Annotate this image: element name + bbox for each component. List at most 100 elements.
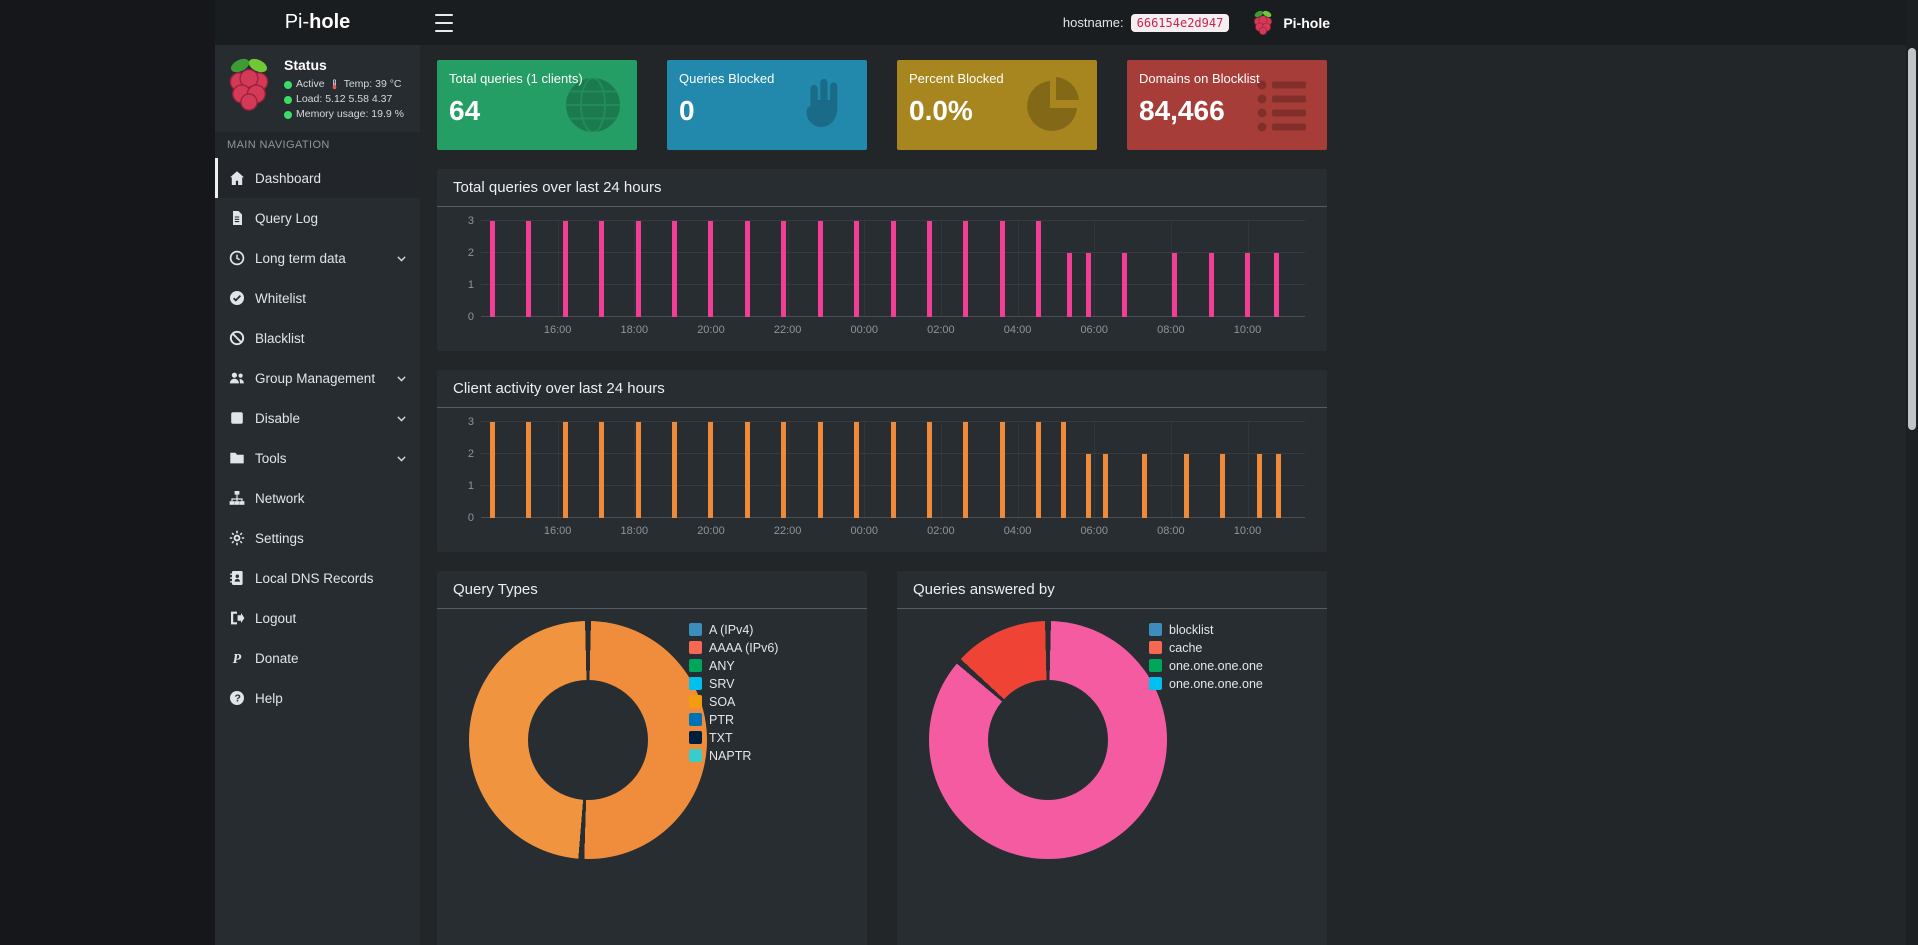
logo-text-hole: hole (309, 11, 351, 33)
status-text: Temp: 39 °C (343, 78, 402, 90)
card-value: 84,466 (1139, 95, 1225, 126)
hamburger-line (435, 30, 453, 32)
panel-body: 0 1 2 3 16:00 18:00 20:00 22:00 00:00 02:00 04:00 0… (437, 408, 1327, 552)
legend-item[interactable]: one.one.one.one (1149, 677, 1263, 691)
chart-bar (708, 221, 714, 317)
chart-bar (1061, 422, 1067, 518)
y-axis-label: 2 (467, 448, 474, 461)
legend-item[interactable]: one.one.one.one (1149, 658, 1263, 673)
raspberry-icon (1251, 9, 1275, 37)
nav-header: MAIN NAVIGATION (215, 132, 420, 158)
gridline (1247, 422, 1249, 518)
stat-card-percent-blocked[interactable]: Percent Blocked 0.0% (897, 60, 1097, 150)
sidebar-item-logout[interactable]: Logout (215, 598, 420, 638)
legend-item[interactable]: A (IPv4) (689, 622, 778, 637)
y-axis-label: 1 (467, 279, 474, 292)
logo-text-pi: Pi- (284, 11, 310, 33)
gridline (940, 422, 942, 518)
total-queries-chart[interactable]: 0 1 2 3 16:00 18:00 20:00 22:00 00:00 02:00 04:00 0… (468, 215, 1305, 343)
stat-card-total-queries-1-clients[interactable]: Total queries (1 clients) 64 (437, 60, 637, 150)
x-axis-label: 16:00 (543, 525, 572, 537)
sidebar-item-blacklist[interactable]: Blacklist (215, 318, 420, 358)
panel-body: blocklist cache one.one.one.one one.one.one… (897, 609, 1327, 945)
chart-bar (1220, 454, 1226, 518)
queries-answered-by-donut[interactable] (929, 621, 1167, 859)
legend-item[interactable]: blocklist (1149, 622, 1263, 637)
legend-label: blocklist (1169, 622, 1214, 637)
hamburger-line (435, 14, 453, 16)
gridline (940, 221, 942, 317)
hamburger-line (435, 22, 453, 24)
sidebar-item-settings[interactable]: Settings (215, 518, 420, 558)
client-activity-chart[interactable]: 0 1 2 3 16:00 18:00 20:00 22:00 00:00 02:00 04:00 0… (468, 416, 1305, 544)
legend-item[interactable]: SOA (689, 695, 778, 709)
legend-label: ANY (709, 658, 735, 673)
query-types-legend: A (IPv4) AAAA (IPv6) ANY SRV SOA PTR TXT NAPTR (689, 622, 778, 763)
app-logo[interactable]: Pi-hole (215, 0, 420, 45)
card-value: 0.0% (909, 95, 973, 126)
scrollbar-thumb[interactable] (1908, 48, 1916, 430)
stat-card-queries-blocked[interactable]: Queries Blocked 0 (667, 60, 867, 150)
chevron-down-icon (395, 252, 408, 265)
status-line: Active Temp: 39 °C (284, 77, 404, 92)
chevron-down-icon (395, 372, 408, 385)
sidebar-item-group-management[interactable]: Group Management (215, 358, 420, 398)
chart-bar (1066, 253, 1072, 317)
legend-swatch (689, 749, 702, 762)
chart-bar (562, 221, 568, 317)
y-axis-label: 0 (467, 512, 474, 524)
x-axis-label: 06:00 (1080, 525, 1108, 537)
bottom-panels-row: Query Types A (IPv4) AAAA (IPv6) ANY SRV SOA… (437, 571, 1327, 945)
legend-item[interactable]: AAAA (IPv6) (689, 641, 778, 655)
chart-bar (963, 422, 969, 518)
brand-label: Pi-hole (1283, 14, 1330, 31)
chart-bar (1141, 454, 1147, 518)
sidebar-item-dashboard[interactable]: Dashboard (215, 158, 420, 198)
sidebar-item-local-dns-records[interactable]: Local DNS Records (215, 558, 420, 598)
gridline (557, 422, 559, 518)
stop-icon (229, 410, 245, 426)
legend-swatch (689, 677, 702, 690)
y-axis-label: 3 (467, 416, 474, 428)
legend-label: one.one.one.one (1169, 658, 1263, 673)
query-types-donut[interactable] (469, 621, 707, 859)
x-axis-label: 20:00 (697, 525, 725, 537)
users-icon (229, 370, 245, 386)
chart-bar (1245, 253, 1250, 317)
chart-bar (890, 221, 896, 317)
topbar-right: hostname: 666154e2d947 Pi-hole (1063, 0, 1330, 45)
logout-icon (229, 610, 245, 626)
chart-bar (854, 221, 860, 317)
status-text: Load: 5.12 5.58 4.37 (296, 93, 393, 105)
legend-item[interactable]: SRV (689, 677, 778, 691)
legend-item[interactable]: TXT (689, 731, 778, 745)
sidebar-item-donate[interactable]: P Donate (215, 638, 420, 678)
legend-item[interactable]: PTR (689, 713, 778, 727)
gridline (1170, 422, 1172, 518)
status-dot-icon (284, 95, 292, 104)
content-container: Total queries (1 clients) 64 Queries Block… (437, 60, 1327, 945)
sidebar-item-disable[interactable]: Disable (215, 398, 420, 438)
chart-bar (599, 221, 605, 317)
legend-item[interactable]: ANY (689, 658, 778, 673)
scrollbar[interactable] (1906, 0, 1918, 945)
sidebar-item-long-term-data[interactable]: Long term data (215, 238, 420, 278)
legend-label: A (IPv4) (709, 622, 754, 637)
stat-card-domains-on-blocklist[interactable]: Domains on Blocklist 84,466 (1127, 60, 1327, 150)
status-dot-icon (284, 80, 292, 89)
x-axis-label: 04:00 (1003, 324, 1032, 336)
chart-bar (1273, 253, 1279, 317)
sidebar-item-tools[interactable]: Tools (215, 438, 420, 478)
sidebar-item-help[interactable]: ? Help (215, 678, 420, 718)
sidebar-item-whitelist[interactable]: Whitelist (215, 278, 420, 318)
legend-item[interactable]: cache (1149, 641, 1263, 655)
status-section: Status Active Temp: 39 °C Load: 5.12 5.58 … (215, 45, 420, 132)
brand: Pi-hole (1251, 9, 1330, 37)
question-icon: ? (229, 690, 245, 706)
legend-swatch (689, 623, 702, 636)
legend-item[interactable]: NAPTR (689, 749, 778, 763)
sidebar-item-query-log[interactable]: Query Log (215, 198, 420, 238)
sidebar-toggle-button[interactable] (435, 13, 455, 33)
sidebar-item-network[interactable]: Network (215, 478, 420, 518)
card-title: Domains on Blocklist (1139, 71, 1260, 86)
